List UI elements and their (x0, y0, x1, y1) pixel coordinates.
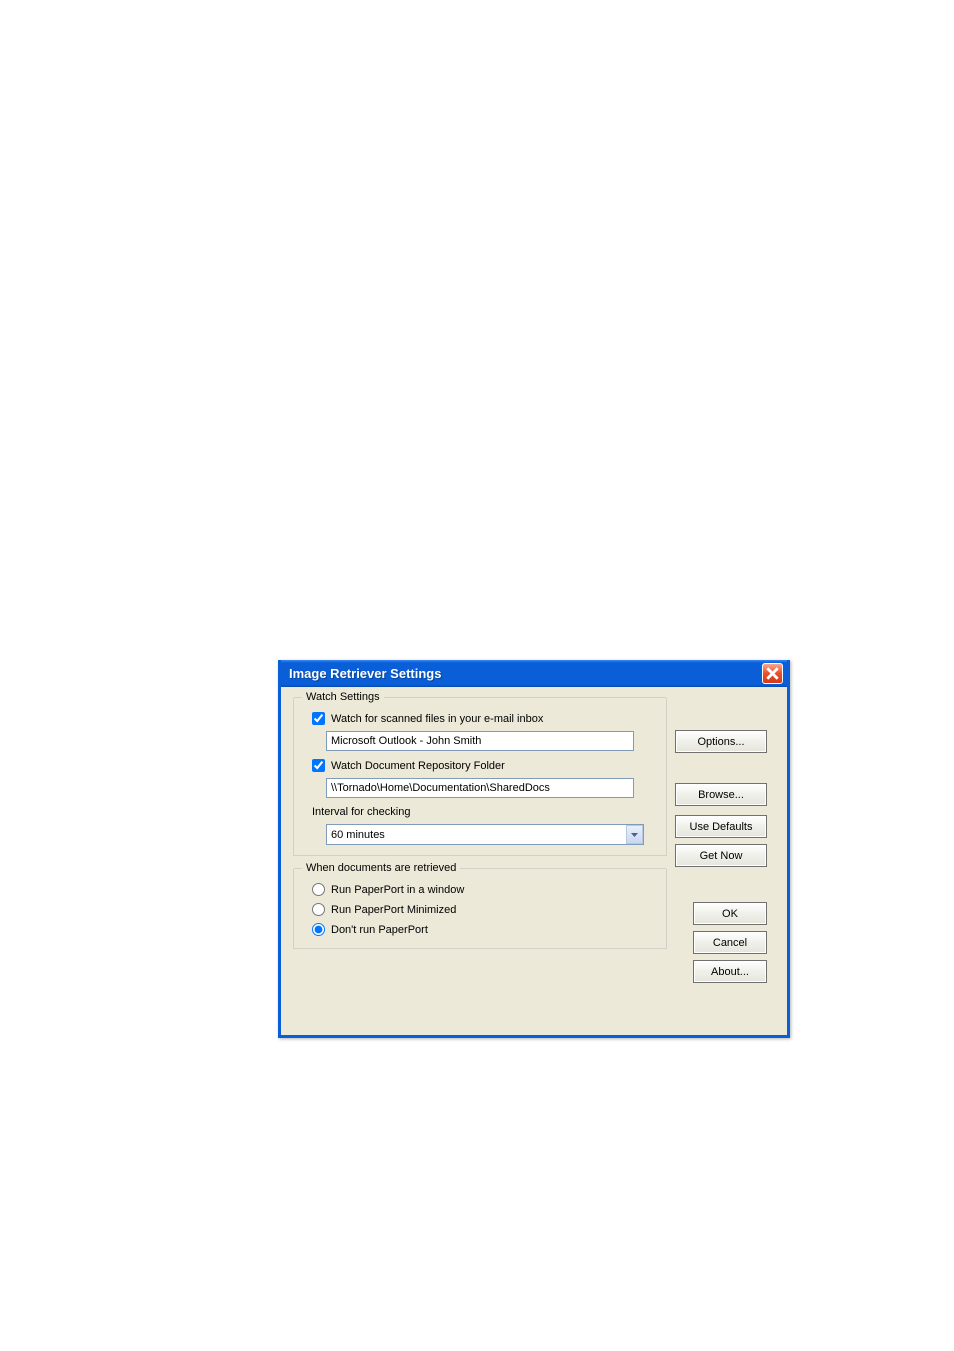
radio-dont-run-input[interactable] (312, 923, 325, 936)
radio-run-window-label: Run PaperPort in a window (331, 884, 464, 896)
titlebar[interactable]: Image Retriever Settings (281, 660, 787, 687)
email-watch-checkbox[interactable] (312, 712, 325, 725)
folder-watch-row: Watch Document Repository Folder (304, 759, 656, 772)
browse-button[interactable]: Browse... (675, 783, 767, 806)
radio-dont-run-label: Don't run PaperPort (331, 924, 428, 936)
radio-run-minimized-input[interactable] (312, 903, 325, 916)
watch-settings-legend: Watch Settings (302, 691, 384, 703)
cancel-button[interactable]: Cancel (693, 931, 767, 954)
watch-settings-group: Watch Settings Watch for scanned files i… (293, 697, 667, 856)
interval-value: 60 minutes (331, 829, 385, 841)
email-inbox-input[interactable] (326, 731, 634, 751)
ok-button[interactable]: OK (693, 902, 767, 925)
radio-run-window: Run PaperPort in a window (304, 883, 656, 896)
window-title: Image Retriever Settings (289, 666, 441, 681)
email-watch-label: Watch for scanned files in your e-mail i… (331, 713, 543, 725)
use-defaults-button[interactable]: Use Defaults (675, 815, 767, 838)
folder-watch-label: Watch Document Repository Folder (331, 760, 505, 772)
folder-watch-checkbox[interactable] (312, 759, 325, 772)
radio-dont-run: Don't run PaperPort (304, 923, 656, 936)
when-retrieved-group: When documents are retrieved Run PaperPo… (293, 868, 667, 949)
radio-run-minimized: Run PaperPort Minimized (304, 903, 656, 916)
folder-path-input[interactable] (326, 778, 634, 798)
left-column: Watch Settings Watch for scanned files i… (293, 697, 667, 989)
get-now-button[interactable]: Get Now (675, 844, 767, 867)
about-button[interactable]: About... (693, 960, 767, 983)
radio-run-minimized-label: Run PaperPort Minimized (331, 904, 456, 916)
when-retrieved-legend: When documents are retrieved (302, 862, 460, 874)
radio-run-window-input[interactable] (312, 883, 325, 896)
interval-label: Interval for checking (304, 806, 656, 818)
settings-dialog: Image Retriever Settings Watch Settings … (278, 660, 790, 1038)
email-watch-row: Watch for scanned files in your e-mail i… (304, 712, 656, 725)
interval-select[interactable]: 60 minutes (326, 824, 644, 845)
close-icon (766, 667, 779, 680)
right-column: Options... Browse... Use Defaults Get No… (675, 697, 775, 989)
dropdown-arrow-icon (626, 825, 643, 844)
options-button[interactable]: Options... (675, 730, 767, 753)
close-button[interactable] (762, 663, 783, 684)
dialog-body: Watch Settings Watch for scanned files i… (281, 687, 787, 999)
